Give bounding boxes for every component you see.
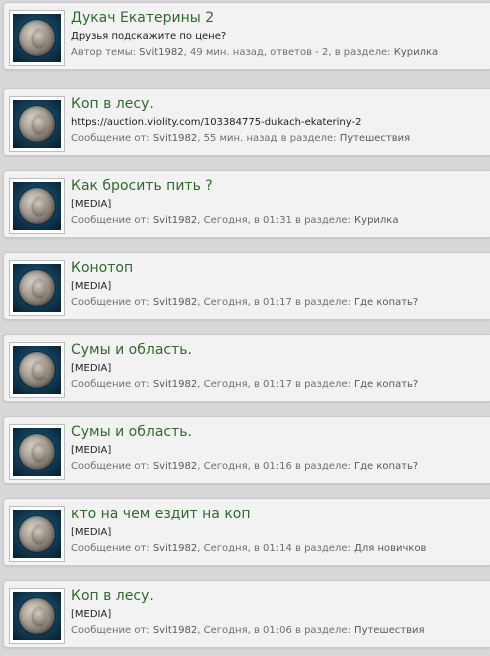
author-link[interactable]: Svit1982 — [153, 133, 197, 144]
result-meta: Сообщение от: Svit1982, Сегодня, в 01:06… — [71, 624, 486, 637]
section-link[interactable]: Путешествия — [340, 133, 410, 144]
author-link[interactable]: Svit1982 — [139, 47, 183, 58]
result-item: Дукач Екатерины 2 Друзья подскажите по ц… — [3, 2, 490, 70]
result-meta: Сообщение от: Svit1982, Сегодня, в 01:31… — [71, 214, 486, 227]
avatar[interactable] — [9, 178, 65, 234]
result-snippet: [MEDIA] — [71, 609, 112, 620]
author-link[interactable]: Svit1982 — [153, 543, 197, 554]
avatar[interactable] — [9, 96, 65, 152]
avatar[interactable] — [9, 588, 65, 644]
section-link[interactable]: Путешествия — [354, 625, 424, 636]
result-title-link[interactable]: Коп в лесу. — [71, 95, 486, 113]
result-meta: Сообщение от: Svit1982, Сегодня, в 01:14… — [71, 542, 486, 555]
result-item: Сумы и область. [MEDIA] Сообщение от: Sv… — [3, 334, 490, 402]
coin-avatar-icon[interactable] — [13, 346, 61, 394]
meta-prefix: Сообщение от: — [71, 543, 153, 554]
result-meta: Сообщение от: Svit1982, Сегодня, в 01:17… — [71, 378, 486, 391]
result-meta: Сообщение от: Svit1982, Сегодня, в 01:16… — [71, 460, 486, 473]
meta-prefix: Автор темы: — [71, 47, 140, 58]
result-item: Коп в лесу. [MEDIA] Сообщение от: Svit19… — [3, 580, 490, 648]
section-link[interactable]: Курилка — [394, 47, 438, 58]
search-results-list: Дукач Екатерины 2 Друзья подскажите по ц… — [0, 0, 490, 656]
author-link[interactable]: Svit1982 — [153, 461, 197, 472]
coin-avatar-icon[interactable] — [13, 182, 61, 230]
result-item: Конотоп [MEDIA] Сообщение от: Svit1982, … — [3, 252, 490, 320]
meta-time: , Сегодня, в 01:17 в разделе: — [197, 297, 355, 308]
coin-avatar-icon[interactable] — [13, 510, 61, 558]
avatar[interactable] — [9, 506, 65, 562]
result-snippet: [MEDIA] — [71, 527, 112, 538]
result-title-link[interactable]: Дукач Екатерины 2 — [71, 9, 486, 27]
avatar[interactable] — [9, 10, 65, 66]
meta-prefix: Сообщение от: — [71, 133, 153, 144]
avatar[interactable] — [9, 342, 65, 398]
result-item: Как бросить пить ? [MEDIA] Сообщение от:… — [3, 170, 490, 238]
result-meta: Сообщение от: Svit1982, Сегодня, в 01:17… — [71, 296, 486, 309]
result-snippet: https://auction.violity.com/103384775-du… — [71, 117, 362, 128]
section-link[interactable]: Где копать? — [354, 297, 418, 308]
result-snippet: [MEDIA] — [71, 281, 112, 292]
avatar[interactable] — [9, 260, 65, 316]
meta-time: , Сегодня, в 01:31 в разделе: — [197, 215, 355, 226]
meta-time: , Сегодня, в 01:14 в разделе: — [197, 543, 355, 554]
result-snippet: [MEDIA] — [71, 445, 112, 456]
result-item: Коп в лесу. https://auction.violity.com/… — [3, 88, 490, 156]
meta-prefix: Сообщение от: — [71, 215, 153, 226]
avatar[interactable] — [9, 424, 65, 480]
coin-avatar-icon[interactable] — [13, 100, 61, 148]
author-link[interactable]: Svit1982 — [153, 297, 197, 308]
section-link[interactable]: Для новичков — [354, 543, 426, 554]
meta-time: , Сегодня, в 01:06 в разделе: — [197, 625, 355, 636]
author-link[interactable]: Svit1982 — [153, 215, 197, 226]
coin-avatar-icon[interactable] — [13, 428, 61, 476]
result-item: Сумы и область. [MEDIA] Сообщение от: Sv… — [3, 416, 490, 484]
coin-avatar-icon[interactable] — [13, 592, 61, 640]
meta-time: , 55 мин. назад в разделе: — [197, 133, 340, 144]
author-link[interactable]: Svit1982 — [153, 379, 197, 390]
result-title-link[interactable]: кто на чем ездит на коп — [71, 505, 486, 523]
result-item: кто на чем ездит на коп [MEDIA] Сообщени… — [3, 498, 490, 566]
result-meta: Автор темы: Svit1982, 49 мин. назад, отв… — [71, 46, 486, 59]
meta-prefix: Сообщение от: — [71, 297, 153, 308]
meta-time: , Сегодня, в 01:16 в разделе: — [197, 461, 355, 472]
result-snippet: [MEDIA] — [71, 363, 112, 374]
meta-time: , Сегодня, в 01:17 в разделе: — [197, 379, 355, 390]
meta-prefix: Сообщение от: — [71, 461, 153, 472]
author-link[interactable]: Svit1982 — [153, 625, 197, 636]
section-link[interactable]: Курилка — [354, 215, 398, 226]
result-title-link[interactable]: Сумы и область. — [71, 423, 486, 441]
result-title-link[interactable]: Сумы и область. — [71, 341, 486, 359]
result-meta: Сообщение от: Svit1982, 55 мин. назад в … — [71, 132, 486, 145]
section-link[interactable]: Где копать? — [354, 461, 418, 472]
meta-prefix: Сообщение от: — [71, 379, 153, 390]
section-link[interactable]: Где копать? — [354, 379, 418, 390]
coin-avatar-icon[interactable] — [13, 14, 61, 62]
result-title-link[interactable]: Коп в лесу. — [71, 587, 486, 605]
result-title-link[interactable]: Конотоп — [71, 259, 486, 277]
meta-prefix: Сообщение от: — [71, 625, 153, 636]
result-title-link[interactable]: Как бросить пить ? — [71, 177, 486, 195]
result-snippet: [MEDIA] — [71, 199, 112, 210]
coin-avatar-icon[interactable] — [13, 264, 61, 312]
meta-time: , 49 мин. назад, ответов - 2, в разделе: — [183, 47, 394, 58]
result-snippet: Друзья подскажите по цене? — [71, 31, 227, 42]
